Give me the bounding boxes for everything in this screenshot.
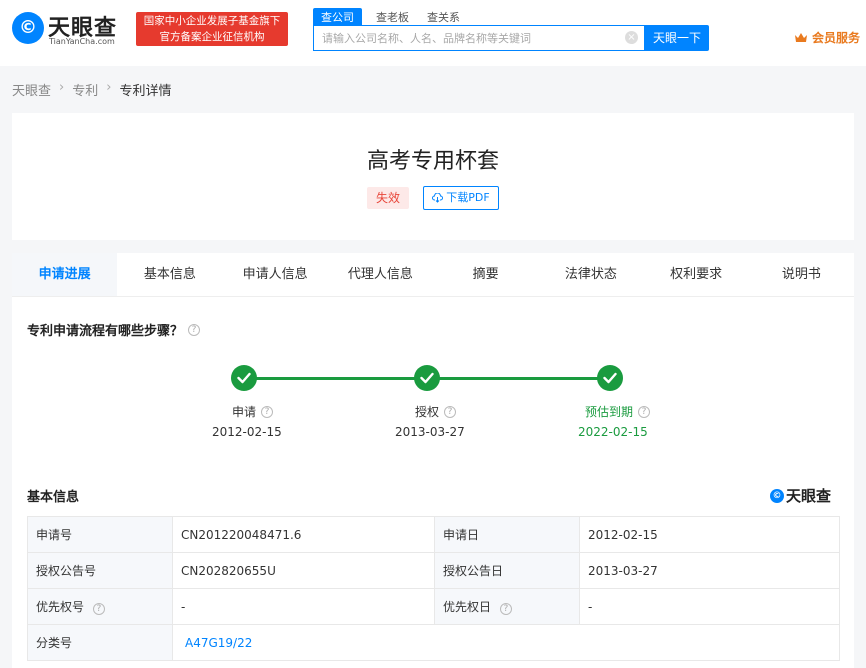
patent-title: 高考专用杯套 (366, 149, 499, 174)
field-value: CN202820655U (172, 552, 435, 589)
help-icon[interactable]: ? (92, 603, 105, 615)
breadcrumb-current: 专利详情 (119, 84, 172, 99)
field-label-cell: 优先权日 ? (434, 588, 580, 625)
field-label: 授权公告号 (27, 552, 173, 589)
field-label: 申请号 (27, 516, 173, 553)
search-tab-company[interactable]: 查公司 (313, 8, 362, 26)
field-label: 申请日 (434, 516, 580, 553)
tab-progress[interactable]: 申请进展 (12, 253, 118, 296)
tab-claims[interactable]: 权利要求 (644, 253, 749, 296)
tab-abstract[interactable]: 摘要 (433, 253, 538, 296)
patent-title-card: 高考专用杯套 失效 下载PDF (12, 113, 854, 240)
tab-description[interactable]: 说明书 (749, 253, 854, 296)
download-pdf-button[interactable]: 下载PDF (423, 186, 499, 210)
help-icon[interactable]: ? (499, 603, 512, 615)
crown-icon (795, 32, 807, 42)
search-input[interactable] (314, 26, 614, 50)
vip-service-link[interactable]: 会员服务 (794, 29, 860, 46)
table-row: 申请号 CN201220048471.6 申请日 2012-02-15 (27, 516, 840, 553)
clear-icon[interactable]: × (625, 31, 638, 44)
cloud-download-icon (432, 193, 444, 203)
brand-watermark: © 天眼查 (770, 485, 831, 506)
site-logo[interactable]: © 天眼查 TianYanCha.com (12, 10, 132, 50)
step-check-icon (597, 365, 623, 391)
tab-basic-info[interactable]: 基本信息 (117, 253, 222, 296)
search-tab-relation[interactable]: 查关系 (427, 8, 460, 26)
field-label: 分类号 (27, 624, 173, 661)
table-row: 授权公告号 CN202820655U 授权公告日 2013-03-27 (27, 552, 840, 589)
step-date-apply: 2012-02-15 (212, 425, 282, 439)
download-pdf-label: 下载PDF (446, 191, 490, 204)
basic-info-title: 基本信息 (27, 490, 80, 505)
brand-text: 天眼查 (786, 487, 832, 505)
tab-applicant[interactable]: 申请人信息 (223, 253, 328, 296)
field-value: CN201220048471.6 (172, 516, 435, 553)
breadcrumb-home[interactable]: 天眼查 (12, 80, 51, 99)
banner-line-1: 国家中小企业发展子基金旗下 (143, 15, 281, 27)
table-row: 分类号 A47G19/22 (27, 624, 840, 661)
help-icon[interactable]: ? (638, 405, 651, 418)
help-icon[interactable]: ? (444, 405, 457, 418)
step-check-icon (414, 365, 440, 391)
progress-question: 专利申请流程有哪些步骤？ ? (27, 320, 201, 339)
banner-line-2: 官方备案企业征信机构 (159, 31, 265, 43)
brand-logo-icon: © (770, 488, 784, 503)
field-label-cell: 优先权号 ? (27, 588, 173, 625)
tab-agent[interactable]: 代理人信息 (328, 253, 433, 296)
field-value-cell: A47G19/22 (172, 624, 840, 661)
search-box: × (313, 25, 645, 51)
tab-legal-status[interactable]: 法律状态 (538, 253, 643, 296)
detail-tabs: 申请进展 基本信息 申请人信息 代理人信息 摘要 法律状态 权利要求 说明书 (12, 253, 854, 297)
logo-subtext: TianYanCha.com (49, 37, 115, 46)
top-header: © 天眼查 TianYanCha.com 国家中小企业发展子基金旗下 官方备案企… (0, 0, 866, 66)
status-badge: 失效 (367, 187, 409, 209)
breadcrumb: 天眼查 › 专利 › 专利详情 (12, 80, 171, 99)
breadcrumb-patent[interactable]: 专利 (72, 80, 98, 99)
search-type-tabs: 查公司 查老板 查关系 (313, 8, 478, 26)
help-icon[interactable]: ? (188, 323, 201, 336)
field-value: 2012-02-15 (579, 516, 840, 553)
classification-link[interactable]: A47G19/22 (181, 636, 252, 650)
progress-question-text: 专利申请流程有哪些步骤？ (27, 324, 184, 339)
step-check-icon (231, 365, 257, 391)
progress-timeline: 申请 ? 2012-02-15 授权 ? 2013-03-27 预估到期 ? 2… (12, 363, 854, 453)
step-label-expire: 预估到期 ? (585, 403, 651, 420)
search-tab-boss[interactable]: 查老板 (376, 8, 409, 26)
field-value: - (579, 588, 840, 625)
step-label-text: 授权 (415, 405, 440, 419)
step-date-grant: 2013-03-27 (395, 425, 465, 439)
patent-detail-card: 申请进展 基本信息 申请人信息 代理人信息 摘要 法律状态 权利要求 说明书 专… (12, 253, 854, 668)
field-label: 优先权号 (36, 600, 85, 614)
field-label: 授权公告日 (434, 552, 580, 589)
step-label-text: 申请 (232, 405, 257, 419)
step-label-grant: 授权 ? (415, 403, 457, 420)
logo-mark-icon: © (12, 12, 44, 44)
chevron-right-icon: › (59, 80, 65, 95)
step-label-apply: 申请 ? (232, 403, 274, 420)
table-row: 优先权号 ? - 优先权日 ? - (27, 588, 840, 625)
basic-info-table: 申请号 CN201220048471.6 申请日 2012-02-15 授权公告… (27, 516, 840, 661)
step-date-expire: 2022-02-15 (578, 425, 648, 439)
help-icon[interactable]: ? (261, 405, 274, 418)
step-label-text: 预估到期 (585, 405, 634, 419)
field-value: 2013-03-27 (579, 552, 840, 589)
search-button[interactable]: 天眼一下 (645, 25, 709, 51)
vip-label: 会员服务 (812, 31, 861, 45)
field-value: - (172, 588, 435, 625)
promo-banner[interactable]: 国家中小企业发展子基金旗下 官方备案企业征信机构 (136, 12, 288, 46)
chevron-right-icon: › (106, 80, 112, 95)
field-label: 优先权日 (443, 600, 492, 614)
